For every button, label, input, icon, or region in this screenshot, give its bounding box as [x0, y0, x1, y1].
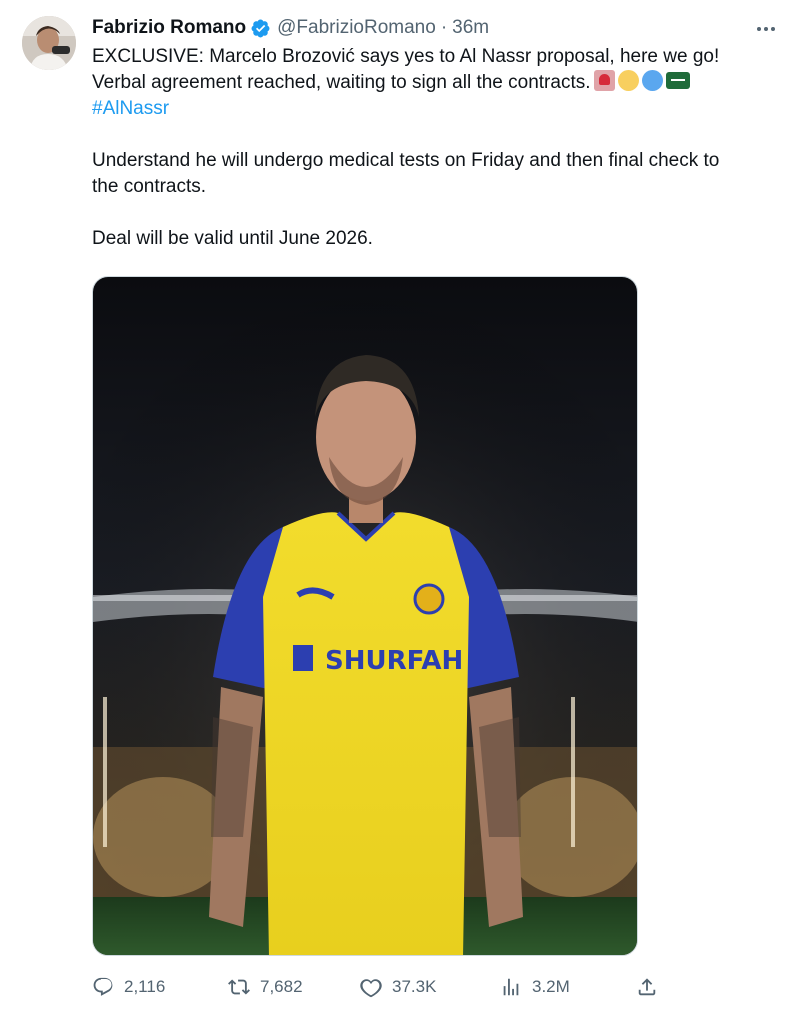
- tweet-text-line: the contracts.: [92, 176, 207, 197]
- reply-button[interactable]: 2,116: [92, 972, 165, 1002]
- like-button[interactable]: 37.3K: [360, 972, 436, 1002]
- author-avatar[interactable]: [22, 16, 76, 70]
- verified-badge-icon: [251, 19, 270, 37]
- hashtag-link[interactable]: #AlNassr: [92, 96, 792, 122]
- retweet-button[interactable]: 7,682: [228, 972, 303, 1002]
- tweet-text-line: Understand he will undergo medical tests…: [92, 150, 720, 171]
- tweet[interactable]: Fabrizio Romano @FabrizioRomano · 36m EX…: [0, 0, 802, 1012]
- views-chart-icon: [503, 978, 519, 996]
- reply-count: 2,116: [124, 977, 166, 996]
- tweet-text-line: Verbal agreement reached, waiting to sig…: [92, 70, 792, 96]
- tweet-timestamp[interactable]: 36m: [452, 17, 489, 39]
- share-icon: [638, 978, 656, 996]
- more-options-icon[interactable]: [752, 18, 780, 40]
- author-display-name[interactable]: Fabrizio Romano: [92, 17, 246, 39]
- tweet-media-image[interactable]: SHURFAH: [92, 276, 638, 956]
- views-button[interactable]: 3.2M: [500, 972, 570, 1002]
- player-photo-icon: SHURFAH: [93, 277, 637, 955]
- tweet-text: EXCLUSIVE: Marcelo Brozović says yes to …: [92, 44, 792, 252]
- tweet-header: Fabrizio Romano @FabrizioRomano · 36m: [92, 14, 489, 42]
- avatar-photo-icon: [22, 16, 76, 70]
- tweet-text-line: Deal will be valid until June 2026.: [92, 228, 373, 249]
- saudi-arabia-flag-emoji-icon: [665, 72, 690, 89]
- retweet-count: 7,682: [260, 977, 303, 996]
- tweet-actions: 2,116 7,682 37.3K 3.2M: [92, 972, 666, 1002]
- jersey-sponsor-text: SHURFAH: [325, 646, 463, 676]
- reply-icon: [93, 977, 113, 996]
- tweet-text-segment: Verbal agreement reached, waiting to sig…: [92, 72, 591, 93]
- author-handle[interactable]: @FabrizioRomano: [277, 17, 436, 39]
- share-button[interactable]: [636, 972, 668, 1002]
- like-count: 37.3K: [392, 977, 437, 996]
- heart-icon: [360, 979, 382, 998]
- yellow-circle-emoji-icon: [617, 70, 639, 91]
- tweet-text-line: EXCLUSIVE: Marcelo Brozović says yes to …: [92, 46, 720, 67]
- separator-dot: ·: [440, 17, 448, 38]
- retweet-icon: [228, 979, 250, 995]
- blue-circle-emoji-icon: [641, 70, 663, 91]
- view-count: 3.2M: [532, 977, 570, 996]
- rotating-light-emoji-icon: [593, 70, 615, 91]
